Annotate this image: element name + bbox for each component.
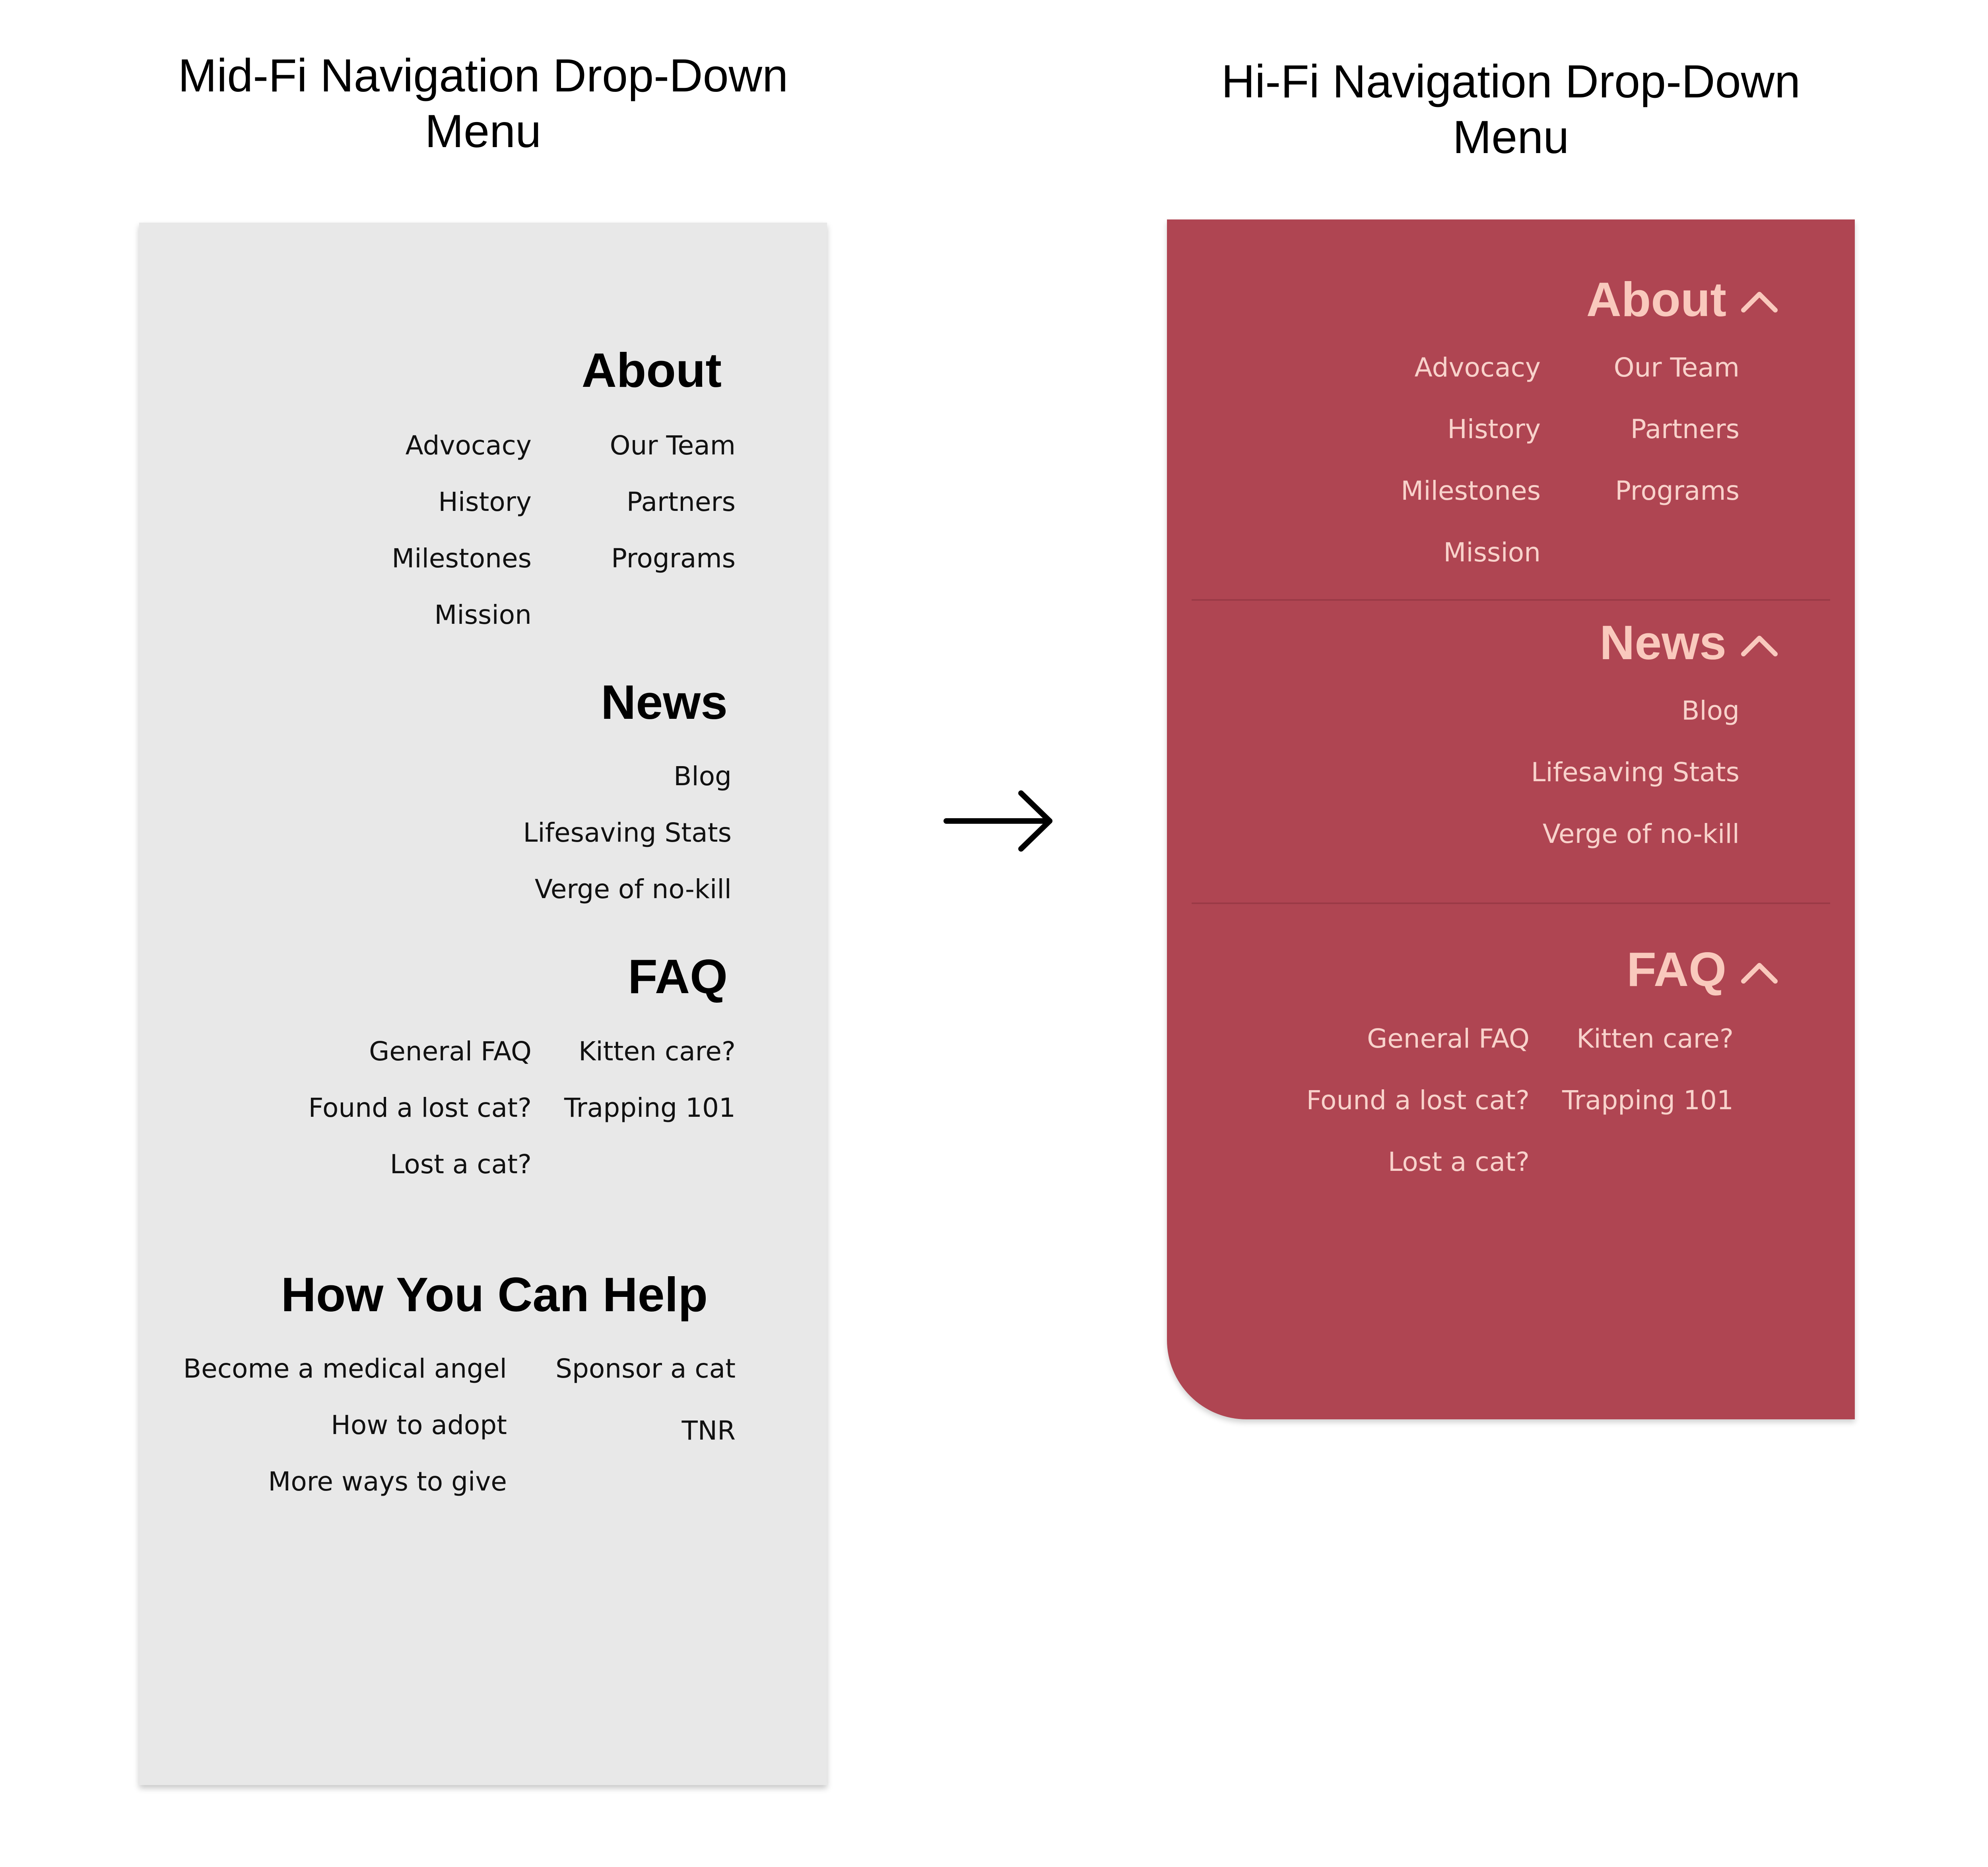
midfi-faq-left-2[interactable]: Found a lost cat? (308, 1095, 532, 1121)
hifi-about-left-3[interactable]: Milestones (1401, 478, 1541, 504)
midfi-heading-line-1: Mid-Fi Navigation Drop-Down (178, 49, 788, 101)
midfi-help-title[interactable]: How You Can Help (281, 1270, 708, 1319)
hifi-faq-right-1[interactable]: Kitten care? (1576, 1026, 1734, 1052)
midfi-heading: Mid-Fi Navigation Drop-Down Menu (0, 48, 966, 159)
hifi-about-right-1[interactable]: Our Team (1614, 355, 1740, 381)
hifi-about-right-2[interactable]: Partners (1631, 416, 1740, 442)
midfi-about-left-2[interactable]: History (438, 489, 532, 515)
chevron-up-icon[interactable] (1740, 631, 1779, 659)
midfi-help-left-2[interactable]: How to adopt (331, 1412, 507, 1438)
midfi-faq-left-3[interactable]: Lost a cat? (390, 1151, 532, 1178)
midfi-news-item-3[interactable]: Verge of no-kill (535, 876, 732, 902)
hifi-heading-line-2: Menu (1452, 111, 1569, 163)
hifi-news-item-2[interactable]: Lifesaving Stats (1531, 759, 1740, 786)
midfi-about-right-2[interactable]: Partners (627, 489, 736, 515)
midfi-about-right-3[interactable]: Programs (611, 545, 736, 572)
midfi-help-left-3[interactable]: More ways to give (268, 1469, 507, 1495)
midfi-news-item-2[interactable]: Lifesaving Stats (523, 820, 732, 846)
midfi-about-left-4[interactable]: Mission (434, 602, 532, 628)
hifi-faq-right-2[interactable]: Trapping 101 (1562, 1087, 1734, 1114)
midfi-help-right-1[interactable]: Sponsor a cat (555, 1356, 736, 1382)
midfi-heading-line-2: Menu (425, 105, 542, 157)
hifi-heading-line-1: Hi-Fi Navigation Drop-Down (1221, 55, 1801, 107)
hifi-faq-left-3[interactable]: Lost a cat? (1388, 1149, 1530, 1175)
hifi-about-left-1[interactable]: Advocacy (1415, 355, 1541, 381)
hifi-about-right-3[interactable]: Programs (1615, 478, 1740, 504)
midfi-about-left-3[interactable]: Milestones (392, 545, 532, 572)
chevron-up-icon[interactable] (1740, 958, 1779, 986)
midfi-about-left-1[interactable]: Advocacy (406, 433, 532, 459)
hifi-menu-panel: About Advocacy History Milestones Missio… (1167, 219, 1855, 1419)
midfi-news-title[interactable]: News (601, 678, 728, 726)
chevron-up-icon[interactable] (1740, 287, 1779, 315)
midfi-help-right-2[interactable]: TNR (681, 1418, 736, 1444)
section-divider (1192, 599, 1830, 601)
hifi-faq-left-1[interactable]: General FAQ (1367, 1026, 1530, 1052)
midfi-news-item-1[interactable]: Blog (674, 763, 732, 790)
hifi-faq-title[interactable]: FAQ (1627, 945, 1726, 994)
midfi-faq-right-2[interactable]: Trapping 101 (564, 1095, 736, 1121)
hifi-faq-left-2[interactable]: Found a lost cat? (1306, 1087, 1530, 1114)
section-divider (1192, 902, 1830, 904)
midfi-faq-left-1[interactable]: General FAQ (369, 1038, 532, 1065)
hifi-news-title[interactable]: News (1600, 618, 1726, 667)
hifi-about-left-2[interactable]: History (1447, 416, 1541, 442)
hifi-about-title[interactable]: About (1586, 275, 1726, 324)
right-arrow-icon (944, 790, 1052, 852)
hifi-news-item-1[interactable]: Blog (1681, 698, 1740, 724)
midfi-faq-right-1[interactable]: Kitten care? (579, 1038, 736, 1065)
midfi-menu-panel: About Advocacy History Milestones Missio… (139, 223, 827, 1785)
midfi-about-title[interactable]: About (582, 346, 722, 394)
midfi-about-right-1[interactable]: Our Team (610, 433, 736, 459)
midfi-help-left-1[interactable]: Become a medical angel (183, 1356, 507, 1382)
midfi-faq-title[interactable]: FAQ (628, 952, 728, 1001)
hifi-heading: Hi-Fi Navigation Drop-Down Menu (1026, 54, 1988, 165)
hifi-news-item-3[interactable]: Verge of no-kill (1543, 821, 1740, 847)
hifi-about-left-4[interactable]: Mission (1443, 540, 1541, 566)
